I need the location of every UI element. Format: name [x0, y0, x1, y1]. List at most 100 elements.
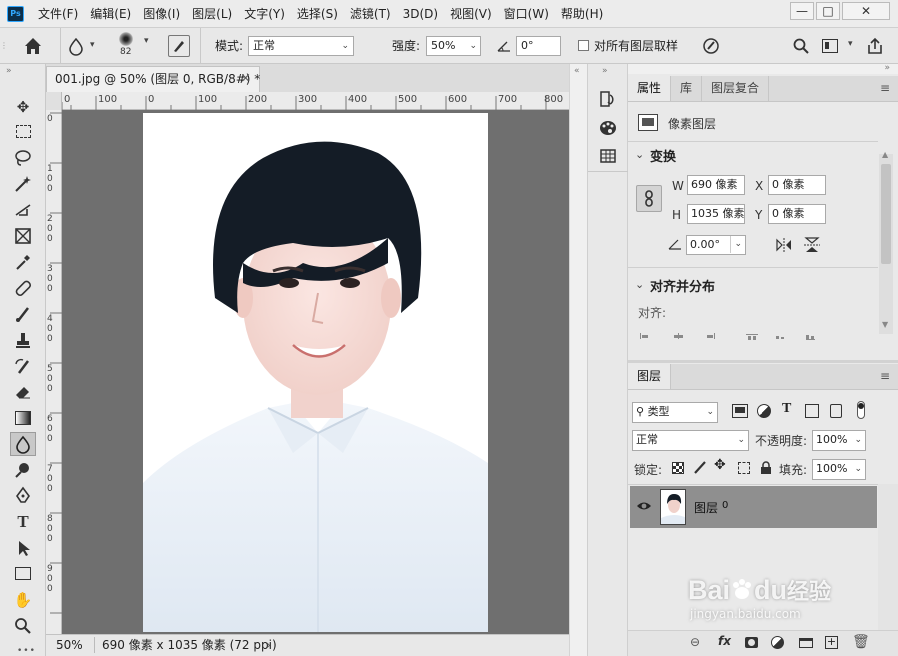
scrollbar-thumb[interactable] — [881, 164, 891, 264]
panel-menu-icon[interactable]: ≡ — [872, 364, 898, 389]
new-layer-icon[interactable]: + — [825, 636, 838, 649]
close-tab-icon[interactable]: × — [240, 67, 251, 91]
expand-toolbar-icon[interactable]: » — [6, 66, 12, 76]
link-dimensions-button[interactable] — [636, 185, 662, 212]
lock-transparency-icon[interactable] — [672, 462, 684, 474]
menu-item[interactable]: 帮助(H) — [555, 0, 609, 28]
more-tools-icon[interactable]: ••• — [17, 646, 36, 656]
marquee-tool-icon[interactable] — [10, 120, 36, 144]
x-input[interactable]: 0 像素 — [768, 175, 826, 195]
rectangle-tool-icon[interactable] — [10, 562, 36, 586]
gradient-tool-icon[interactable] — [10, 406, 36, 430]
menu-item[interactable]: 3D(D) — [397, 0, 444, 28]
tab-libraries[interactable]: 库 — [670, 76, 701, 101]
eyedropper-icon[interactable] — [10, 250, 36, 274]
brush-settings-icon[interactable] — [168, 35, 190, 57]
search-icon[interactable] — [792, 37, 810, 55]
menu-item[interactable]: 文件(F) — [32, 0, 84, 28]
ruler-origin[interactable] — [46, 92, 62, 110]
menu-item[interactable]: 图像(I) — [137, 0, 186, 28]
scroll-up-icon[interactable]: ▲ — [882, 150, 888, 159]
filter-shape-icon[interactable] — [805, 404, 819, 418]
clone-stamp-icon[interactable] — [10, 328, 36, 352]
lasso-tool-icon[interactable] — [10, 146, 36, 170]
blend-mode-select[interactable]: 正常 ⌄ — [632, 430, 749, 451]
brush-tool-icon[interactable] — [10, 302, 36, 326]
new-group-icon[interactable] — [799, 638, 813, 648]
filter-smart-object-icon[interactable] — [830, 404, 842, 418]
menu-item[interactable]: 图层(L) — [186, 0, 238, 28]
blur-tool-icon[interactable] — [10, 432, 36, 456]
pen-tool-icon[interactable] — [10, 484, 36, 508]
color-palette-icon[interactable] — [596, 118, 620, 138]
fill-input[interactable]: 100% ⌄ — [812, 459, 866, 480]
filter-type-icon[interactable]: T — [782, 401, 791, 417]
healing-brush-icon[interactable] — [10, 276, 36, 300]
magic-wand-icon[interactable] — [10, 172, 36, 196]
expand-panels-icon[interactable]: » — [602, 66, 608, 76]
fx-icon[interactable]: fx — [718, 634, 731, 648]
layers-scrollbar[interactable] — [878, 484, 898, 630]
flip-horizontal-icon[interactable] — [775, 237, 793, 253]
zoom-tool-icon[interactable] — [10, 614, 36, 638]
menu-item[interactable]: 编辑(E) — [84, 0, 137, 28]
lock-artboard-icon[interactable] — [738, 462, 750, 474]
sample-all-layers-checkbox[interactable] — [578, 40, 589, 51]
brush-preset-picker[interactable]: 82 ▾ — [108, 31, 156, 61]
delete-layer-icon[interactable]: 🗑 — [852, 634, 870, 650]
flip-vertical-icon[interactable] — [803, 236, 821, 254]
panel-splitter[interactable]: « — [569, 64, 587, 656]
document-tab[interactable]: 001.jpg @ 50% (图层 0, RGB/8#) * × — [46, 66, 260, 92]
tab-properties[interactable]: 属性 — [628, 76, 671, 101]
dodge-tool-icon[interactable] — [10, 458, 36, 482]
properties-scrollbar[interactable]: ▲ ▼ — [879, 150, 893, 334]
chevron-down-icon[interactable]: ⌄ — [635, 278, 644, 291]
path-selection-icon[interactable] — [10, 536, 36, 560]
eraser-icon[interactable] — [10, 380, 36, 404]
chevron-down-icon[interactable]: ⌄ — [635, 148, 644, 161]
tab-layer-comps[interactable]: 图层复合 — [701, 76, 770, 101]
history-icon[interactable] — [596, 89, 620, 109]
filter-toggle[interactable] — [857, 401, 865, 419]
add-mask-icon[interactable] — [745, 637, 758, 648]
height-input[interactable]: 1035 像素 — [687, 204, 745, 224]
type-tool-icon[interactable]: T — [10, 510, 36, 534]
rotation-input[interactable]: 0.00° ⌄ — [686, 235, 746, 255]
collapse-icon[interactable]: « — [574, 66, 580, 76]
pressure-icon[interactable] — [702, 37, 720, 55]
lock-position-icon[interactable]: ✥ — [714, 457, 726, 473]
layer-filter-select[interactable]: ⚲ 类型 ⌄ — [632, 402, 718, 423]
angle-input[interactable]: 0° — [516, 36, 561, 56]
zoom-level[interactable]: 50% — [56, 635, 83, 655]
lock-pixels-icon[interactable] — [693, 459, 709, 475]
history-brush-icon[interactable] — [10, 354, 36, 378]
home-icon[interactable] — [21, 34, 45, 58]
align-header[interactable]: 对齐并分布 — [650, 276, 715, 295]
close-button[interactable]: ✕ — [842, 2, 890, 20]
filter-adjustment-icon[interactable] — [757, 404, 771, 418]
crop-tool-icon[interactable] — [10, 198, 36, 222]
chevron-down-icon[interactable]: ▾ — [848, 39, 853, 49]
chevron-right-icon[interactable]: › — [266, 635, 271, 655]
hand-tool-icon[interactable]: ✋ — [10, 588, 36, 612]
collapse-panel-icon[interactable]: » — [884, 63, 890, 73]
maximize-button[interactable]: □ — [816, 2, 840, 20]
menu-item[interactable]: 窗口(W) — [498, 0, 555, 28]
workspace-icon[interactable] — [822, 39, 838, 53]
lock-all-icon[interactable] — [760, 461, 772, 474]
move-tool-icon[interactable]: ✥ — [10, 95, 36, 119]
panel-menu-icon[interactable]: ≡ — [872, 76, 898, 101]
tab-layers[interactable]: 图层 — [628, 364, 672, 389]
link-layers-icon[interactable]: ⊖ — [690, 635, 700, 649]
transform-header[interactable]: 变换 — [650, 146, 676, 165]
layer-name[interactable]: 图层 — [694, 499, 718, 516]
minimize-button[interactable]: — — [790, 2, 814, 20]
width-input[interactable]: 690 像素 — [687, 175, 745, 195]
share-icon[interactable] — [866, 37, 884, 55]
blur-tool-preset-picker[interactable]: ▾ — [66, 36, 100, 56]
menu-item[interactable]: 文字(Y) — [238, 0, 291, 28]
portrait-photo[interactable] — [143, 113, 488, 632]
mode-select[interactable]: 正常 ⌄ — [248, 36, 354, 56]
scroll-down-icon[interactable]: ▼ — [882, 320, 888, 329]
adjustment-layer-icon[interactable] — [771, 636, 784, 649]
